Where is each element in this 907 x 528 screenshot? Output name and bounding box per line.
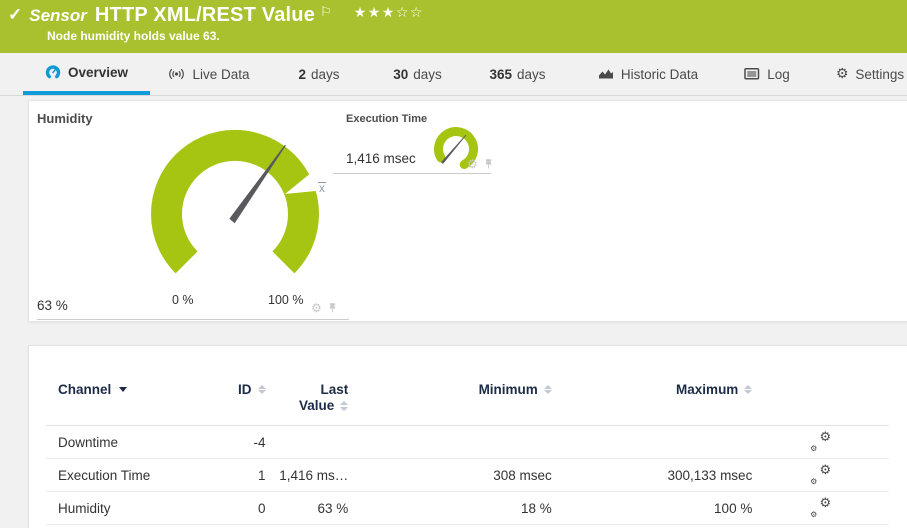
sensor-status-message: Node humidity holds value 63.: [0, 29, 907, 43]
channel-maximum: 300,133 msec: [552, 468, 753, 483]
tab-label: Live Data: [192, 67, 249, 82]
sensor-type-label: Sensor: [29, 4, 87, 28]
table-row-execution-time: Execution Time 1 1,416 ms… 308 msec 300,…: [46, 459, 889, 492]
pin-icon[interactable]: [327, 302, 338, 314]
tab-label-number: 2: [298, 67, 306, 82]
execution-time-widget-divider: [333, 173, 491, 174]
channel-settings-gears-icon[interactable]: ⚙⚙: [810, 434, 831, 451]
tab-bar: Overview Live Data 2 days 30 days 365 da…: [0, 53, 907, 96]
check-icon: ✓: [8, 4, 22, 26]
column-header-last-value[interactable]: Last Value: [266, 382, 349, 414]
humidity-gauge: [147, 127, 323, 283]
tab-settings[interactable]: ⚙ Settings: [830, 53, 907, 95]
gauge-icon: [45, 64, 61, 80]
humidity-current-value: 63 %: [37, 298, 68, 313]
tab-label-number: 365: [489, 67, 512, 82]
tab-label-number: 30: [393, 67, 408, 82]
execution-time-current-value: 1,416 msec: [346, 151, 416, 166]
sensor-status-banner: ✓ Sensor HTTP XML/REST Value ⚐ ★★★☆☆ Nod…: [0, 0, 907, 53]
channel-id: 0: [218, 501, 266, 516]
table-row-downtime: Downtime -4 ⚙⚙: [46, 426, 889, 459]
sort-icon[interactable]: [340, 401, 348, 411]
tab-historic-data[interactable]: Historic Data: [593, 53, 703, 95]
log-icon: [744, 67, 760, 81]
column-header-channel[interactable]: Channel: [46, 382, 218, 397]
pin-icon[interactable]: [483, 158, 494, 170]
tab-label: Historic Data: [621, 67, 698, 82]
channel-minimum: 18 %: [348, 501, 552, 516]
channels-table-panel: Channel ID Last Value Minimum Maximum: [28, 345, 907, 528]
channel-name: Downtime: [46, 435, 218, 450]
live-data-icon: [168, 66, 185, 82]
humidity-gauge-title: Humidity: [37, 111, 93, 126]
channel-settings-gears-icon[interactable]: ⚙⚙: [810, 467, 831, 484]
table-header-row: Channel ID Last Value Minimum Maximum: [46, 346, 889, 426]
tab-label: days: [517, 67, 546, 82]
flag-icon[interactable]: ⚐: [320, 4, 332, 19]
gear-icon[interactable]: ⚙: [311, 302, 322, 314]
gear-icon[interactable]: ⚙: [467, 158, 478, 170]
column-header-minimum[interactable]: Minimum: [348, 382, 552, 397]
tab-365-days[interactable]: 365 days: [480, 53, 555, 95]
tab-label: days: [311, 67, 340, 82]
sort-icon[interactable]: [258, 385, 266, 395]
channel-name: Humidity: [46, 501, 218, 516]
tab-overview[interactable]: Overview: [23, 53, 150, 95]
average-marker: x: [318, 182, 326, 196]
tab-2-days[interactable]: 2 days: [290, 53, 348, 95]
column-header-id[interactable]: ID: [218, 382, 266, 397]
humidity-widget-actions: ⚙: [311, 302, 338, 314]
execution-time-widget-actions: ⚙: [467, 158, 494, 170]
gauges-panel: Humidity x 0 % 100 % 63 % ⚙ Execution Ti…: [28, 100, 907, 322]
sort-icon[interactable]: [544, 385, 552, 395]
tab-live-data[interactable]: Live Data: [163, 53, 255, 95]
column-header-maximum[interactable]: Maximum: [552, 382, 753, 397]
channel-name: Execution Time: [46, 468, 218, 483]
tab-log[interactable]: Log: [737, 53, 797, 95]
tab-label: Settings: [855, 67, 904, 82]
tab-30-days[interactable]: 30 days: [385, 53, 450, 95]
table-row-humidity: Humidity 0 63 % 18 % 100 % ⚙⚙: [46, 492, 889, 525]
channel-settings-gears-icon[interactable]: ⚙⚙: [810, 500, 831, 517]
channel-last-value: 63 %: [266, 501, 349, 516]
tab-label: days: [413, 67, 442, 82]
channel-maximum: 100 %: [552, 501, 753, 516]
tab-label: Overview: [68, 65, 128, 80]
channel-id: -4: [218, 435, 266, 450]
gauge-scale-max: 100 %: [268, 293, 303, 307]
humidity-widget-divider: [37, 319, 349, 320]
historic-data-icon: [598, 67, 614, 81]
sort-icon[interactable]: [744, 385, 752, 395]
tab-label: Log: [767, 67, 790, 82]
priority-stars[interactable]: ★★★☆☆: [354, 4, 424, 22]
channel-minimum: 308 msec: [348, 468, 552, 483]
sensor-overview-page: ✓ Sensor HTTP XML/REST Value ⚐ ★★★☆☆ Nod…: [0, 0, 907, 528]
execution-time-gauge-title: Execution Time: [346, 113, 427, 125]
gauge-scale-min: 0 %: [172, 293, 194, 307]
banner-title-row: ✓ Sensor HTTP XML/REST Value ⚐ ★★★☆☆: [0, 0, 907, 28]
chevron-down-icon: [119, 387, 127, 392]
channel-last-value: 1,416 ms…: [266, 468, 349, 483]
page-title: HTTP XML/REST Value: [95, 4, 315, 27]
channel-id: 1: [218, 468, 266, 483]
settings-gear-icon: ⚙: [836, 66, 849, 82]
